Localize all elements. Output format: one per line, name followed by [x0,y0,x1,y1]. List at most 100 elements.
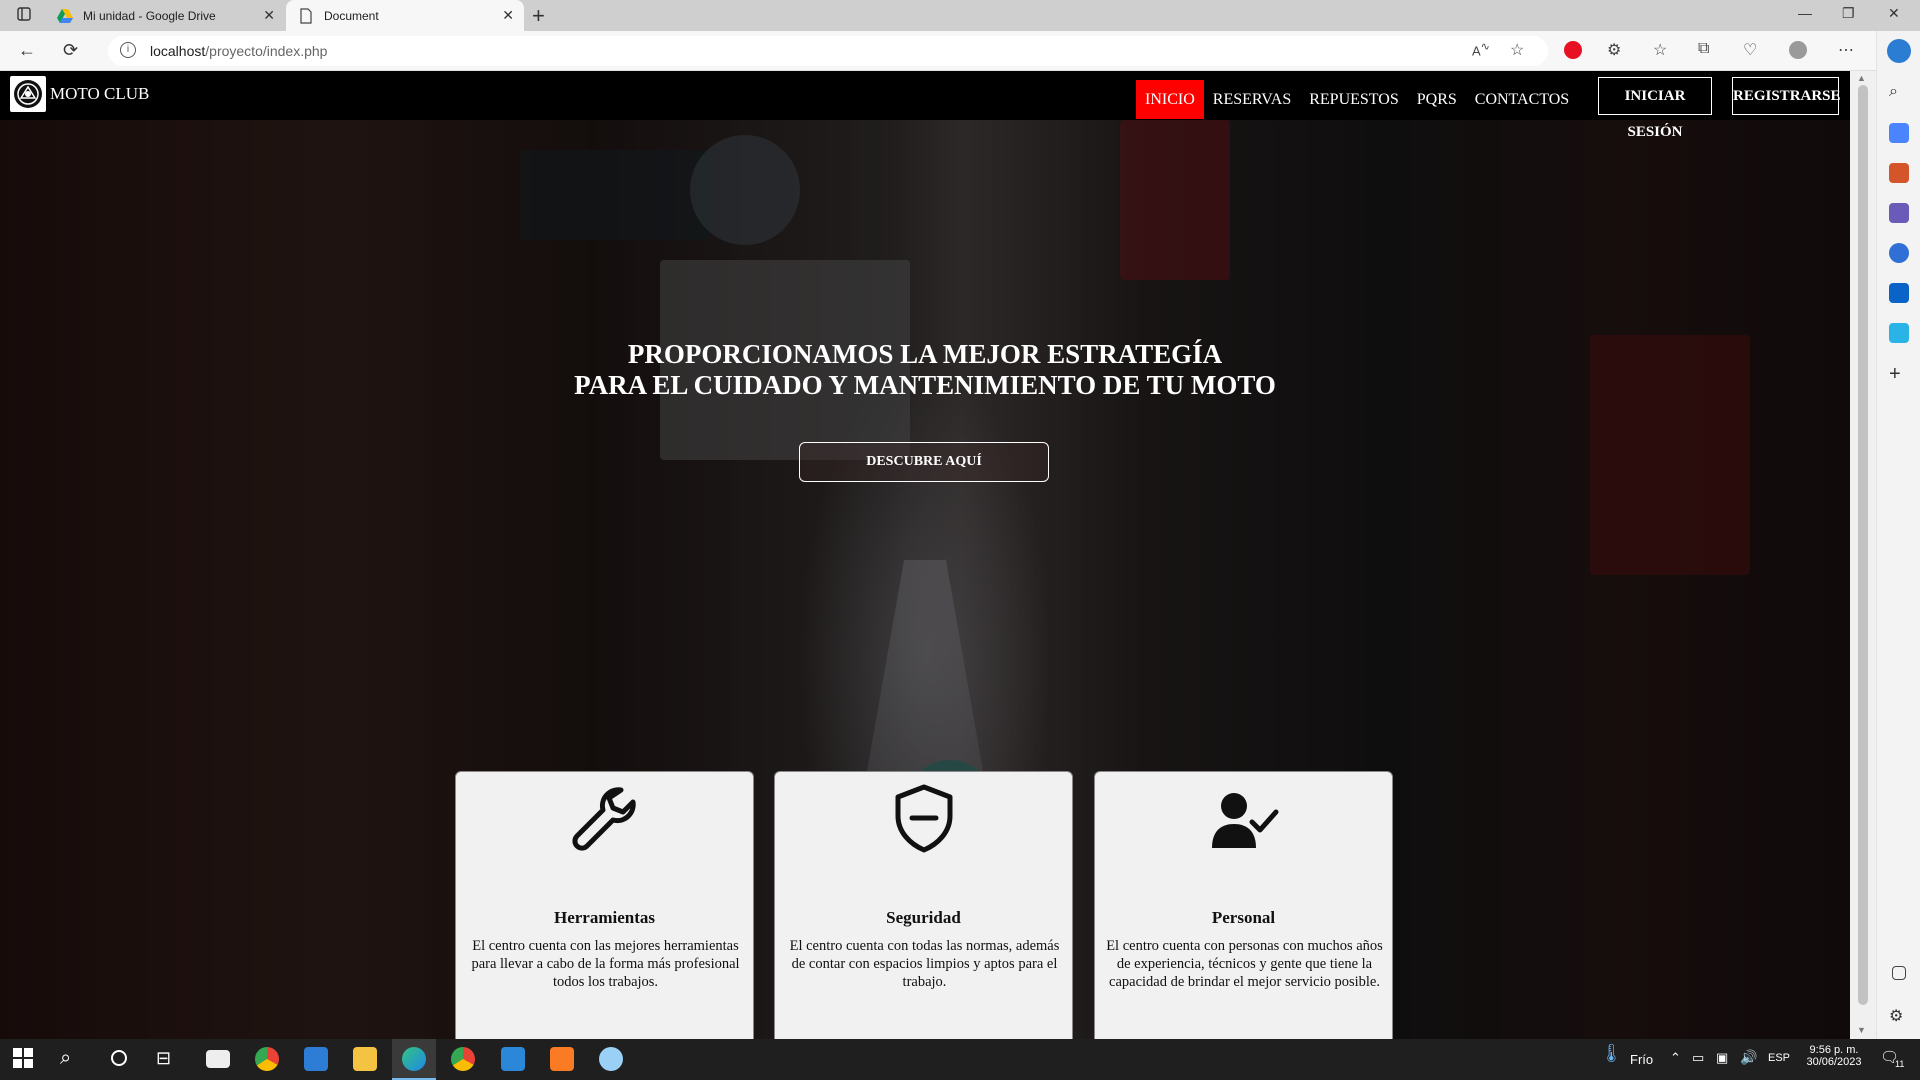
clock[interactable]: 9:56 p. m. 30/06/2023 [1806,1044,1862,1068]
user-check-icon [1095,782,1392,854]
site-navbar: MOTO CLUB INICIO RESERVAS REPUESTOS PQRS… [0,71,1850,140]
brand-name: MOTO CLUB [50,84,150,103]
nav-reservas[interactable]: RESERVAS [1204,80,1300,119]
close-tab-icon[interactable]: ✕ [263,7,275,24]
task-view-icon[interactable]: ⊟ [156,1047,180,1071]
browser-tab-bar: Mi unidad - Google Drive ✕ Document ✕ + … [0,0,1920,31]
url-host: localhost [150,43,206,59]
discover-button[interactable]: DESCUBRE AQUÍ [799,442,1049,482]
chrome-icon[interactable] [255,1047,279,1071]
tab-actions-icon[interactable] [14,6,34,26]
nav-repuestos[interactable]: REPUESTOS [1300,80,1408,119]
browser-essentials-icon[interactable]: ♡ [1743,40,1757,60]
moto-club-logo-icon [10,76,46,112]
close-tab-icon[interactable]: ✕ [502,7,514,24]
games-icon[interactable] [1889,203,1909,223]
register-button[interactable]: REGISTRARSE [1732,77,1841,115]
nav-contactos[interactable]: CONTACTOS [1466,80,1578,119]
network-icon[interactable]: ▣ [1716,1050,1728,1066]
card-title: Herramientas [553,908,656,927]
edge-icon[interactable] [402,1047,426,1071]
vscode-icon[interactable] [501,1047,525,1071]
weather-text[interactable]: Frío [1630,1052,1653,1067]
card-text: El centro cuenta con personas con muchos… [1106,938,1383,990]
scroll-up-icon[interactable]: ▲ [1857,73,1866,83]
read-aloud-icon[interactable]: A∿ [1472,40,1490,58]
shopping-icon[interactable] [1889,123,1909,143]
sidebar-settings-icon[interactable]: ⚙ [1889,1006,1909,1026]
back-icon[interactable]: ← [18,40,36,61]
feature-card-personal: Personal El centro cuenta con personas c… [1094,771,1393,1039]
notification-count: 11 [1895,1059,1905,1069]
windows-taskbar: ⌕ ⊟ 🌡 Frío ⌃ ▭ ▣ 🔊 ESP 9:56 p. m. 30/06/… [0,1039,1920,1080]
refresh-icon[interactable]: ⟳ [63,40,78,61]
tools-icon[interactable] [1889,163,1909,183]
language-indicator[interactable]: ESP [1768,1052,1790,1064]
scrollbar-thumb[interactable] [1858,85,1868,1005]
restore-icon[interactable]: ❐ [1842,5,1855,22]
card-text: El centro cuenta con las mejores herrami… [471,938,740,990]
mail-icon[interactable] [206,1050,230,1068]
collections-icon[interactable]: ⧉ [1698,40,1709,58]
tab-document[interactable]: Document ✕ [286,0,524,31]
volume-icon[interactable]: 🔊 [1740,1049,1757,1066]
nav-pqrs[interactable]: PQRS [1408,80,1466,119]
card-title: Personal [1211,908,1276,927]
nav-inicio[interactable]: INICIO [1136,80,1204,119]
brand[interactable]: MOTO CLUB [10,76,149,112]
feature-cards: Herramientas El centro cuenta con las me… [455,771,1393,1039]
main-menu: INICIO RESERVAS REPUESTOS PQRS CONTACTOS [1136,80,1578,119]
minimize-icon[interactable]: — [1798,5,1812,21]
feature-card-seguridad: Seguridad El centro cuenta con todas las… [774,771,1073,1039]
app-icon[interactable] [599,1047,623,1071]
microsoft-365-icon[interactable] [1889,243,1909,263]
profile-avatar[interactable] [1789,41,1807,59]
feature-card-herramientas: Herramientas El centro cuenta con las me… [455,771,754,1039]
new-tab-icon[interactable]: + [532,3,545,29]
tab-google-drive[interactable]: Mi unidad - Google Drive ✕ [45,0,285,31]
chrome-profile-icon[interactable] [451,1047,475,1071]
search-icon[interactable]: ⌕ [1889,83,1909,103]
outlook-icon[interactable] [1889,283,1909,303]
cortana-icon[interactable] [108,1047,132,1071]
weather-icon[interactable]: 🌡 [1600,1043,1623,1064]
document-icon [298,7,314,24]
url-path: /proyecto/index.php [205,43,328,59]
windows-start-icon[interactable] [12,1047,36,1071]
store-icon[interactable] [304,1047,328,1071]
card-text: El centro cuenta con todas las normas, a… [789,938,1060,990]
clock-time: 9:56 p. m. [1809,1044,1859,1056]
hero-heading-line-1: PROPORCIONAMOS LA MEJOR ESTRATEGÍA [627,339,1223,369]
drop-icon[interactable] [1889,323,1909,343]
bing-chat-icon[interactable] [1887,39,1911,63]
favorite-star-icon[interactable]: ☆ [1510,40,1524,60]
site-info-icon[interactable]: i [120,42,136,58]
tab-title: Mi unidad - Google Drive [83,8,216,23]
hide-sidebar-icon[interactable] [1892,966,1906,980]
hero-heading: PROPORCIONAMOS LA MEJOR ESTRATEGÍA PARA … [0,339,1850,401]
chevron-up-icon[interactable]: ⌃ [1670,1050,1681,1066]
more-menu-icon[interactable]: ⋯ [1838,40,1854,60]
clock-date: 30/06/2023 [1806,1056,1862,1068]
page-scrollbar[interactable]: ▲ ▼ [1850,71,1876,1039]
file-explorer-icon[interactable] [353,1047,377,1071]
extensions-icon[interactable]: ⚙ [1607,40,1621,60]
close-window-icon[interactable]: ✕ [1888,5,1900,22]
opera-extension-icon[interactable] [1564,41,1582,59]
search-icon[interactable]: ⌕ [60,1047,84,1071]
hero-heading-line-2: PARA EL CUIDADO Y MANTENIMIENTO DE TU MO… [574,370,1276,400]
meet-now-icon[interactable]: ▭ [1692,1050,1704,1066]
login-button[interactable]: INICIAR SESIÓN [1598,77,1712,140]
scroll-down-icon[interactable]: ▼ [1857,1025,1866,1035]
google-drive-icon [57,8,73,24]
shield-icon [775,782,1072,854]
edge-sidebar: ⌕ + ⚙ [1876,31,1920,1039]
add-sidebar-app-icon[interactable]: + [1889,364,1909,385]
page-viewport: MOTO CLUB INICIO RESERVAS REPUESTOS PQRS… [0,71,1850,1039]
favorites-icon[interactable]: ☆ [1653,40,1667,60]
address-toolbar: ← ⟳ i localhost/proyecto/index.php A∿ ☆ … [0,31,1920,71]
card-title: Seguridad [886,908,961,927]
xampp-icon[interactable] [550,1047,574,1071]
tab-title: Document [324,8,379,23]
url-field[interactable]: i localhost/proyecto/index.php [108,36,1548,66]
